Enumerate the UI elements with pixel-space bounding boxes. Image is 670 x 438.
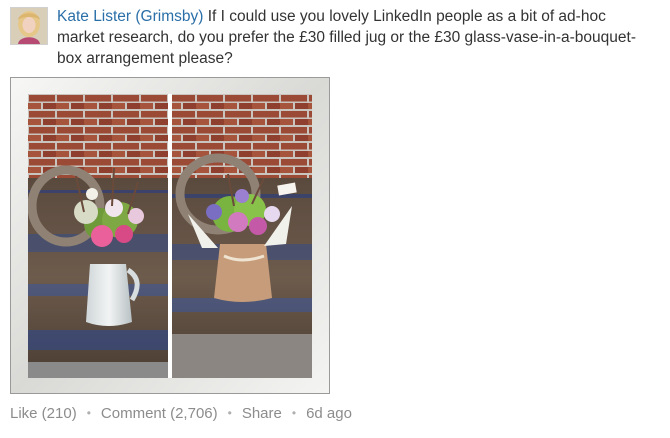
- post-timestamp[interactable]: 6d ago: [306, 405, 352, 422]
- filled-jug-photo: [28, 94, 168, 378]
- separator-dot: •: [227, 406, 232, 420]
- author-avatar[interactable]: [10, 7, 48, 45]
- comment-link[interactable]: Comment (2,706): [101, 405, 218, 422]
- share-link[interactable]: Share: [242, 405, 282, 422]
- post-photo[interactable]: [10, 77, 330, 394]
- photo-collage: [28, 94, 312, 378]
- flower-arrangements-image: [28, 94, 312, 378]
- post-text: Kate Lister (Grimsby) If I could use you…: [57, 6, 657, 69]
- avatar-image: [11, 8, 47, 44]
- separator-dot: •: [291, 406, 297, 420]
- separator-dot: •: [86, 406, 91, 420]
- post-actions-bar: Like (210) • Comment (2,706) • Share • 6d ago: [10, 405, 352, 422]
- author-name-link[interactable]: Kate Lister (Grimsby): [57, 8, 203, 25]
- like-link[interactable]: Like (210): [10, 405, 77, 422]
- bouquet-box-photo: [172, 94, 312, 378]
